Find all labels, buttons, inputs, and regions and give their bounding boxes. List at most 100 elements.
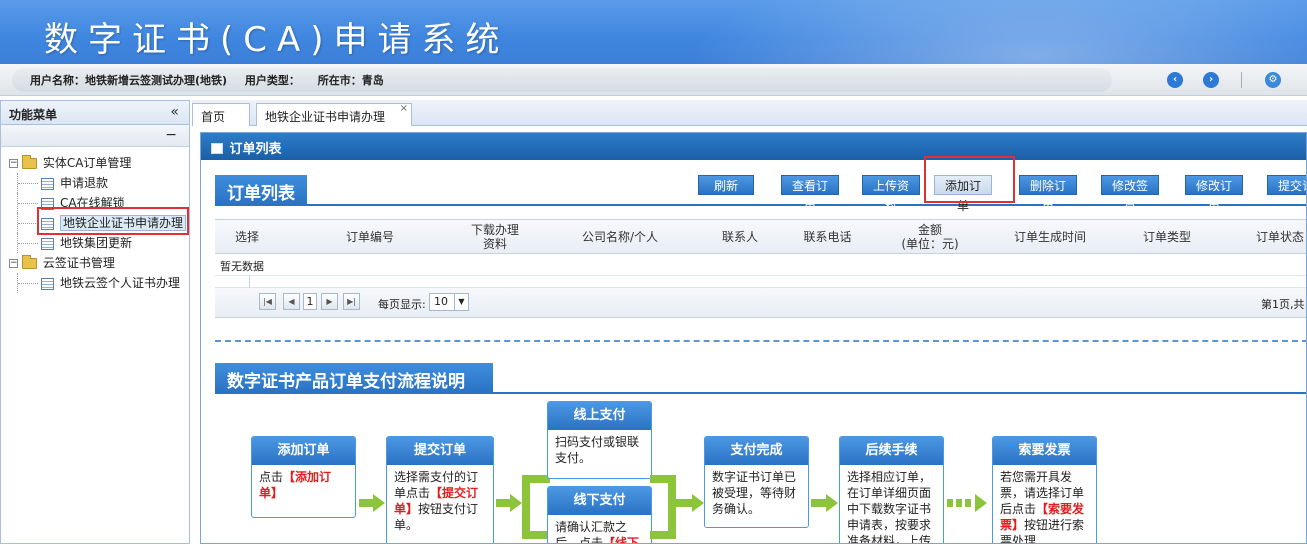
flow-step-body: 请确认汇款之后，点击【线下	[555, 520, 640, 544]
toolbar-divider	[1241, 72, 1242, 88]
tab-bar: 首页 地铁企业证书申请办理 ×	[192, 100, 1307, 126]
pagination-bar: |◀ ◀ 1 ▶ ▶| 每页显示: 10 ▼ 第1页,共	[215, 288, 1306, 318]
refresh-button[interactable]: 刷新	[698, 175, 754, 195]
app-title: 数字证书(CA)申请系统	[44, 20, 510, 60]
flow-step-request-invoice: 索要发票 若您需开具发票，请选择订单后点击【索要发票】按钮进行索票处理	[992, 436, 1097, 544]
order-table: 选择 订单编号 下载办理 资料 公司名称/个人 联系人 联系电话 金额 (单位：…	[215, 219, 1306, 318]
flow-step-body: 选择需支付的订单点击【提交订单】按钮支付订单。	[394, 470, 479, 532]
col-contact[interactable]: 联系人	[705, 220, 775, 254]
edit-order-button[interactable]: 修改订单	[1185, 175, 1243, 213]
flow-step-head: 支付完成	[705, 437, 808, 465]
tab-label: 首页	[201, 110, 226, 124]
flow-step-head: 添加订单	[252, 437, 355, 465]
collapse-sidebar-icon[interactable]: «	[170, 104, 179, 120]
section-underline	[215, 204, 1306, 206]
flow-arrow-dashed	[947, 494, 991, 512]
close-tab-icon[interactable]: ×	[400, 103, 408, 114]
flow-step-submit-order: 提交订单 选择需支付的订单点击【提交订单】按钮支付订单。	[386, 436, 494, 543]
panel-header: 订单列表	[201, 133, 1306, 160]
flow-step-body: 若您需开具发票，请选择订单后点击【索要发票】按钮进行索票处理	[1000, 470, 1085, 544]
flow-step-head: 线下支付	[548, 487, 651, 515]
tab-label: 地铁企业证书申请办理	[265, 110, 386, 124]
delete-order-button[interactable]: 删除订单	[1019, 175, 1077, 213]
order-panel: 订单列表 订单列表 刷新 查看订单 上传资料 添加订单 删除订单 修改签章 修改…	[200, 132, 1307, 544]
per-page-select[interactable]: 10 ▼	[429, 293, 469, 311]
page-icon	[41, 177, 54, 190]
horizontal-scrollbar[interactable]	[215, 276, 1306, 288]
flow-step-head: 线上支付	[548, 402, 651, 430]
chevron-down-icon[interactable]: ▼	[454, 294, 468, 310]
user-info: 用户名称：地铁新增云签测试办理(地铁) 用户类型： 所在市：青岛	[30, 72, 398, 88]
first-page-icon[interactable]: |◀	[259, 293, 276, 310]
flow-step-offline-pay: 线下支付 请确认汇款之后，点击【线下	[547, 486, 652, 544]
order-list-title: 订单列表	[215, 175, 307, 205]
sidebar-title: 功能菜单	[9, 108, 58, 122]
app-banner: 数字证书(CA)申请系统	[0, 0, 1307, 64]
menu-item-label: 地铁集团更新	[60, 236, 133, 250]
menu-item-group-renewal[interactable]: 地铁集团更新	[9, 233, 186, 253]
col-amount[interactable]: 金额 (单位：元)	[880, 220, 980, 254]
tree-group-label: 云签证书管理	[42, 256, 115, 270]
user-name: 用户名称：地铁新增云签测试办理(地铁)	[30, 74, 228, 87]
next-page-icon[interactable]: ▶	[321, 293, 338, 310]
tree-group-cloud-cert[interactable]: − 云签证书管理	[9, 253, 186, 273]
col-order-no[interactable]: 订单编号	[315, 220, 425, 254]
banner-decoration	[687, 0, 1307, 64]
upload-docs-button[interactable]: 上传资料	[862, 175, 920, 213]
flow-arrow	[811, 494, 839, 512]
col-download-line1: 下载办理	[470, 223, 519, 237]
page-number-input[interactable]: 1	[303, 293, 317, 310]
view-order-button[interactable]: 查看订单	[781, 175, 839, 213]
submit-order-button[interactable]: 提交订	[1267, 175, 1306, 195]
menu-item-refund[interactable]: 申请退款	[9, 173, 186, 193]
flow-step-body: 数字证书订单已被受理，等待财务确认。	[712, 470, 797, 516]
tree-group-physical-ca[interactable]: − 实体CA订单管理	[9, 153, 186, 173]
panel-icon	[211, 143, 223, 154]
forward-icon[interactable]: ›	[1203, 72, 1219, 88]
back-icon[interactable]: ‹	[1167, 72, 1183, 88]
tree-toggle-icon[interactable]: −	[9, 159, 18, 168]
last-page-icon[interactable]: ▶|	[343, 293, 360, 310]
folder-icon	[22, 255, 37, 269]
flow-step-body: 选择相应订单，在订单详细页面中下载数字证书申请表，按要求准备材料，上传	[847, 470, 932, 544]
flow-arrow	[359, 494, 385, 512]
per-page-label: 每页显示:	[378, 298, 426, 311]
settings-icon[interactable]: ⚙	[1265, 72, 1281, 88]
col-order-type[interactable]: 订单类型	[1127, 220, 1207, 254]
tab-home[interactable]: 首页	[192, 103, 250, 126]
sidebar: 功能菜单 « − − 实体CA订单管理 申请退款 CA在线解锁 地铁企业证书申请…	[0, 100, 190, 544]
page-icon	[41, 277, 54, 290]
col-created-time[interactable]: 订单生成时间	[995, 220, 1105, 254]
flow-step-body: 扫码支付或银联支付。	[555, 435, 640, 465]
col-amount-line2: (单位：元)	[901, 237, 959, 251]
col-company[interactable]: 公司名称/个人	[555, 220, 685, 254]
page-icon	[41, 237, 54, 250]
flow-underline	[215, 392, 1306, 394]
col-select[interactable]: 选择	[215, 220, 279, 254]
col-amount-line1: 金额	[917, 223, 942, 237]
flow-step-payment-complete: 支付完成 数字证书订单已被受理，等待财务确认。	[704, 436, 809, 528]
flow-step-head: 后续手续	[840, 437, 943, 465]
col-download[interactable]: 下载办理 资料	[455, 220, 535, 254]
section-divider	[215, 340, 1306, 342]
per-page-value: 10	[434, 295, 448, 308]
flow-step-online-pay: 线上支付 扫码支付或银联支付。	[547, 401, 652, 479]
highlight-box	[37, 207, 189, 235]
menu-item-cloud-personal-cert[interactable]: 地铁云签个人证书办理	[9, 273, 186, 293]
empty-row: 暂无数据	[215, 254, 1306, 276]
flow-arrow	[675, 494, 705, 512]
col-download-line2: 资料	[482, 237, 507, 251]
col-phone[interactable]: 联系电话	[790, 220, 865, 254]
prev-page-icon[interactable]: ◀	[283, 293, 300, 310]
tree-group-label: 实体CA订单管理	[42, 156, 132, 170]
flow-step-head: 索要发票	[993, 437, 1096, 465]
edit-seal-button[interactable]: 修改签章	[1101, 175, 1159, 213]
sidebar-subheader: −	[1, 125, 189, 147]
collapse-menu-icon[interactable]: −	[165, 127, 177, 143]
flow-bracket-left	[522, 475, 550, 539]
tree-toggle-icon[interactable]: −	[9, 259, 18, 268]
col-order-status[interactable]: 订单状态	[1240, 220, 1306, 254]
flow-arrow	[496, 494, 522, 512]
tab-enterprise-cert[interactable]: 地铁企业证书申请办理 ×	[256, 103, 412, 126]
menu-item-label: 地铁云签个人证书办理	[60, 276, 181, 290]
